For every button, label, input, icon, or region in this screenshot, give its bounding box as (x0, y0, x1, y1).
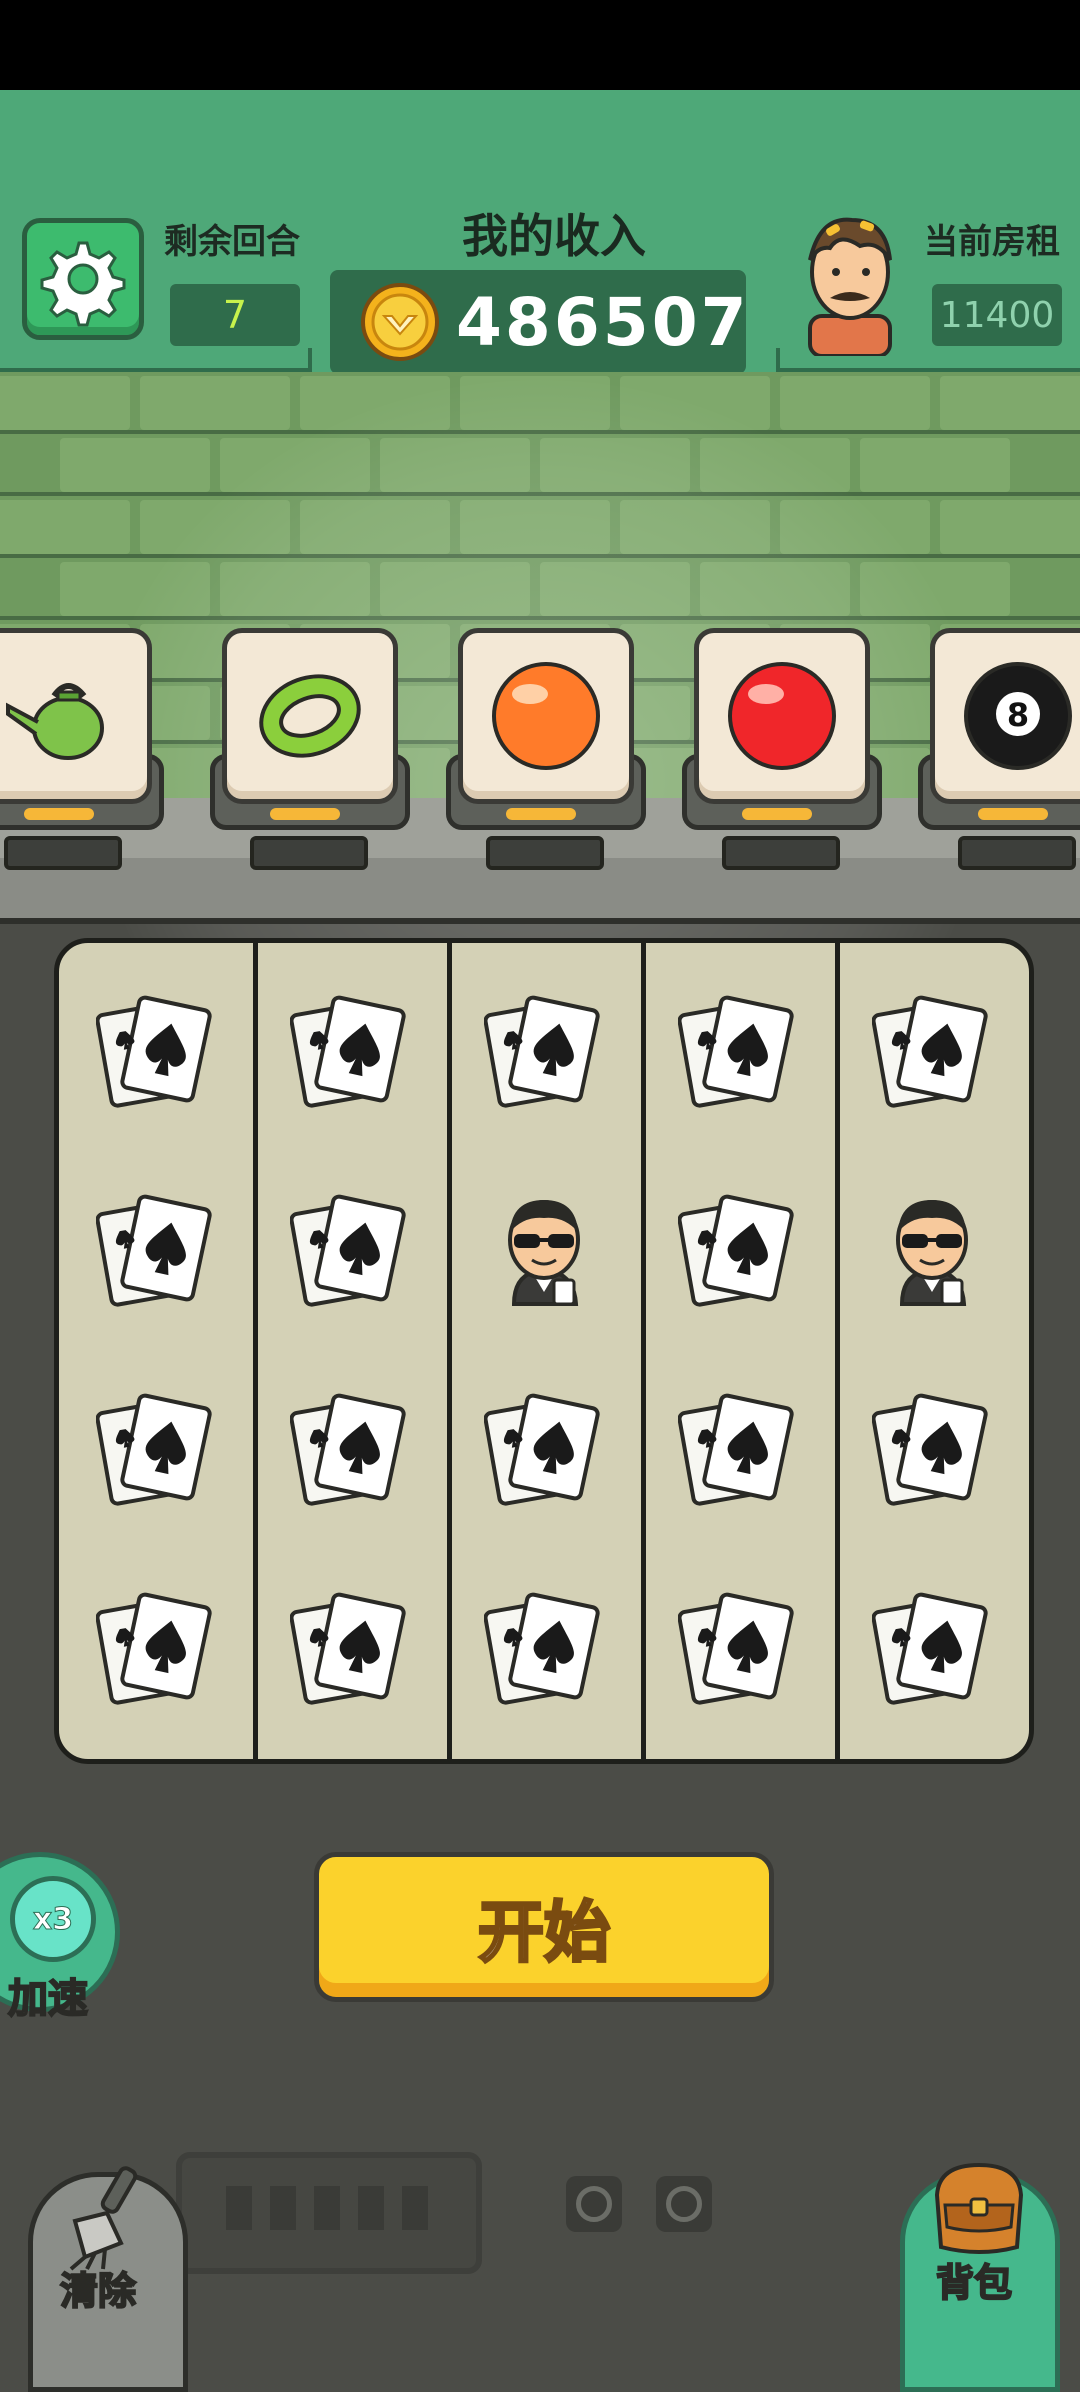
playing-cards-icon[interactable] (484, 1586, 604, 1706)
column-divider (447, 943, 452, 1759)
panel-bar (226, 2186, 252, 2230)
stand-foot (958, 836, 1076, 870)
playing-cards-icon[interactable] (678, 989, 798, 1109)
brush-icon (69, 2166, 138, 2271)
playing-cards-icon[interactable] (96, 1586, 216, 1706)
column-divider (835, 943, 840, 1759)
landlord-avatar (808, 217, 892, 356)
playing-cards-icon[interactable] (678, 1586, 798, 1706)
rent-value: 11400 (939, 294, 1055, 336)
rent-label: 当前房租 (924, 222, 1060, 262)
coin-icon (361, 283, 439, 361)
clear-label: 清除 (59, 2268, 137, 2314)
bag-label: 背包 (935, 2260, 1013, 2306)
rounds-value: 7 (222, 293, 248, 337)
panel-bar (358, 2186, 384, 2230)
game-board (54, 938, 1034, 1764)
playing-cards-icon[interactable] (678, 1188, 798, 1308)
income-box: 486507 (330, 270, 747, 374)
playing-cards-icon[interactable] (872, 989, 992, 1109)
stand-foot (486, 836, 604, 870)
start-button[interactable]: 开始 (314, 1852, 774, 2002)
stand-light (24, 808, 94, 820)
column-divider (253, 943, 258, 1759)
speed-label: 加速 (7, 1975, 89, 2023)
watering-can-icon (6, 683, 104, 760)
rent-value-box: 11400 (932, 284, 1062, 346)
item-slot[interactable] (694, 628, 870, 804)
eight-ball-icon: 8 (964, 662, 1072, 770)
rounds-label: 剩余回合 (164, 222, 300, 262)
playing-cards-icon[interactable] (290, 1188, 410, 1308)
playing-cards-icon[interactable] (678, 1387, 798, 1507)
backpack-icon (934, 2162, 1024, 2254)
gear-icon (40, 241, 126, 327)
item-slot[interactable]: 8 (930, 628, 1080, 804)
column-divider (641, 943, 646, 1759)
panel-knob (566, 2176, 622, 2232)
start-label: 开始 (477, 1893, 612, 1973)
panel-bar (402, 2186, 428, 2230)
panel-bar (314, 2186, 340, 2230)
status-bar (0, 0, 1080, 90)
income-value: 486507 (456, 284, 750, 361)
green-ring-icon (259, 674, 361, 758)
stand-light (742, 808, 812, 820)
playing-cards-icon[interactable] (872, 1387, 992, 1507)
orange-ball-icon (492, 662, 600, 770)
stand-light (506, 808, 576, 820)
stand-light (270, 808, 340, 820)
gambler-icon[interactable] (484, 1188, 604, 1308)
playing-cards-icon[interactable] (290, 1586, 410, 1706)
stand-foot (250, 836, 368, 870)
playing-cards-icon[interactable] (290, 1387, 410, 1507)
speed-multiplier[interactable]: x3 (10, 1876, 96, 1962)
red-ball-icon (728, 662, 836, 770)
settings-button[interactable] (22, 218, 144, 340)
income-title: 我的收入 (462, 209, 646, 263)
playing-cards-icon[interactable] (484, 989, 604, 1109)
playing-cards-icon[interactable] (872, 1586, 992, 1706)
rounds-value-box: 7 (170, 284, 300, 346)
panel-bar (270, 2186, 296, 2230)
gambler-icon[interactable] (872, 1188, 992, 1308)
panel-knob (656, 2176, 712, 2232)
item-slot[interactable] (458, 628, 634, 804)
item-slot[interactable] (222, 628, 398, 804)
playing-cards-icon[interactable] (96, 1188, 216, 1308)
playing-cards-icon[interactable] (96, 1387, 216, 1507)
playing-cards-icon[interactable] (290, 989, 410, 1109)
playing-cards-icon[interactable] (96, 989, 216, 1109)
item-slot[interactable] (0, 628, 152, 804)
stand-light (978, 808, 1048, 820)
stand-foot (722, 836, 840, 870)
stand-foot (4, 836, 122, 870)
svg-text:8: 8 (1007, 696, 1029, 734)
playing-cards-icon[interactable] (484, 1387, 604, 1507)
